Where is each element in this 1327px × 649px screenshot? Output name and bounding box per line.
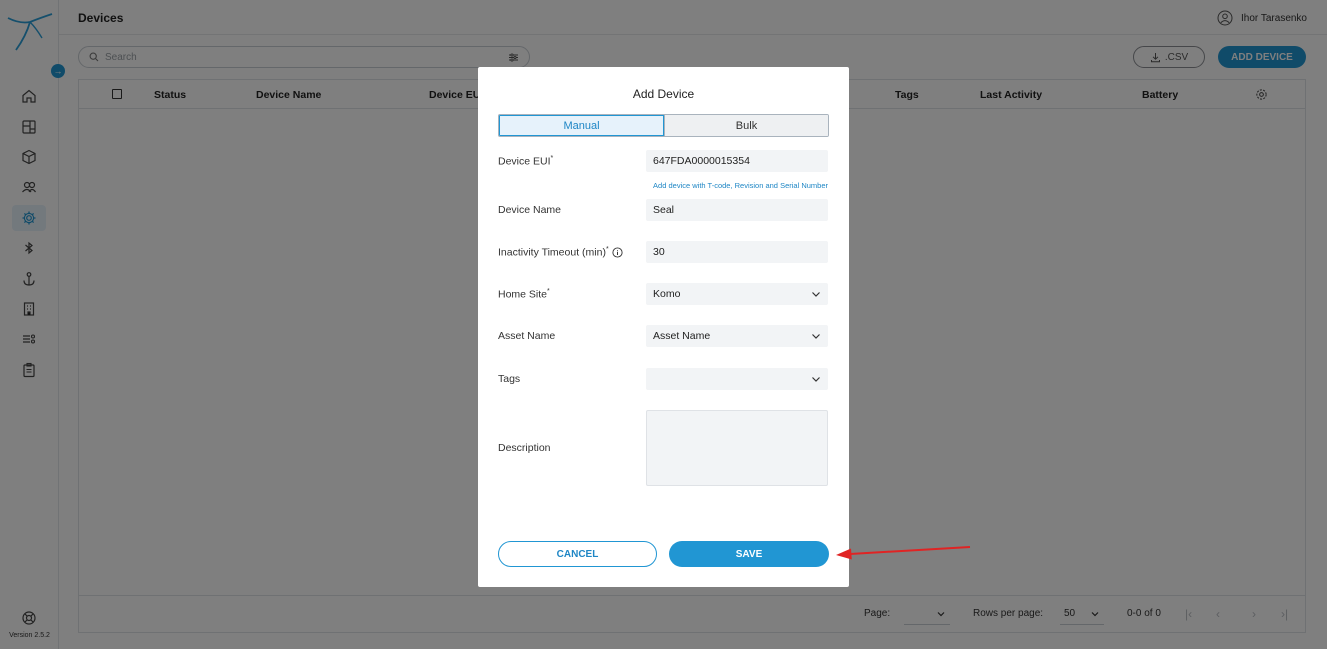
home-site-select[interactable]: Komo [646, 283, 828, 305]
tab-bulk[interactable]: Bulk [664, 115, 828, 136]
info-icon[interactable] [612, 246, 623, 258]
description-label: Description [498, 442, 551, 454]
description-textarea[interactable] [646, 410, 828, 486]
inactivity-timeout-value: 30 [653, 246, 665, 258]
home-site-label: Home Site* [498, 288, 550, 301]
cancel-button[interactable]: CANCEL [498, 541, 657, 567]
device-eui-label: Device EUI* [498, 155, 554, 168]
asset-name-label: Asset Name [498, 330, 556, 342]
device-name-label: Device Name [498, 204, 562, 216]
annotation-arrow [836, 546, 971, 560]
device-name-value: Seal [653, 204, 675, 216]
tags-label: Tags [498, 373, 521, 385]
device-eui-field[interactable]: 647FDA0000015354 [646, 150, 828, 172]
inactivity-timeout-label: Inactivity Timeout (min)* [498, 246, 623, 259]
mode-toggle: Manual Bulk [498, 114, 829, 137]
tags-select[interactable] [646, 368, 828, 390]
tab-manual[interactable]: Manual [499, 115, 664, 136]
inactivity-timeout-field[interactable]: 30 [646, 241, 828, 263]
chevron-down-icon [812, 377, 820, 382]
add-with-tcode-link[interactable]: Add device with T-code, Revision and Ser… [646, 181, 828, 190]
home-site-value: Komo [653, 288, 681, 300]
asset-name-select[interactable]: Asset Name [646, 325, 828, 347]
save-button[interactable]: SAVE [669, 541, 829, 567]
dialog-title: Add Device [632, 87, 695, 101]
asset-name-value: Asset Name [653, 330, 711, 342]
chevron-down-icon [812, 334, 820, 339]
device-eui-value: 647FDA0000015354 [653, 155, 750, 167]
add-device-dialog: Add Device Manual Bulk Device EUI* 647FD… [478, 67, 849, 587]
chevron-down-icon [812, 292, 820, 297]
device-name-field[interactable]: Seal [646, 199, 828, 221]
